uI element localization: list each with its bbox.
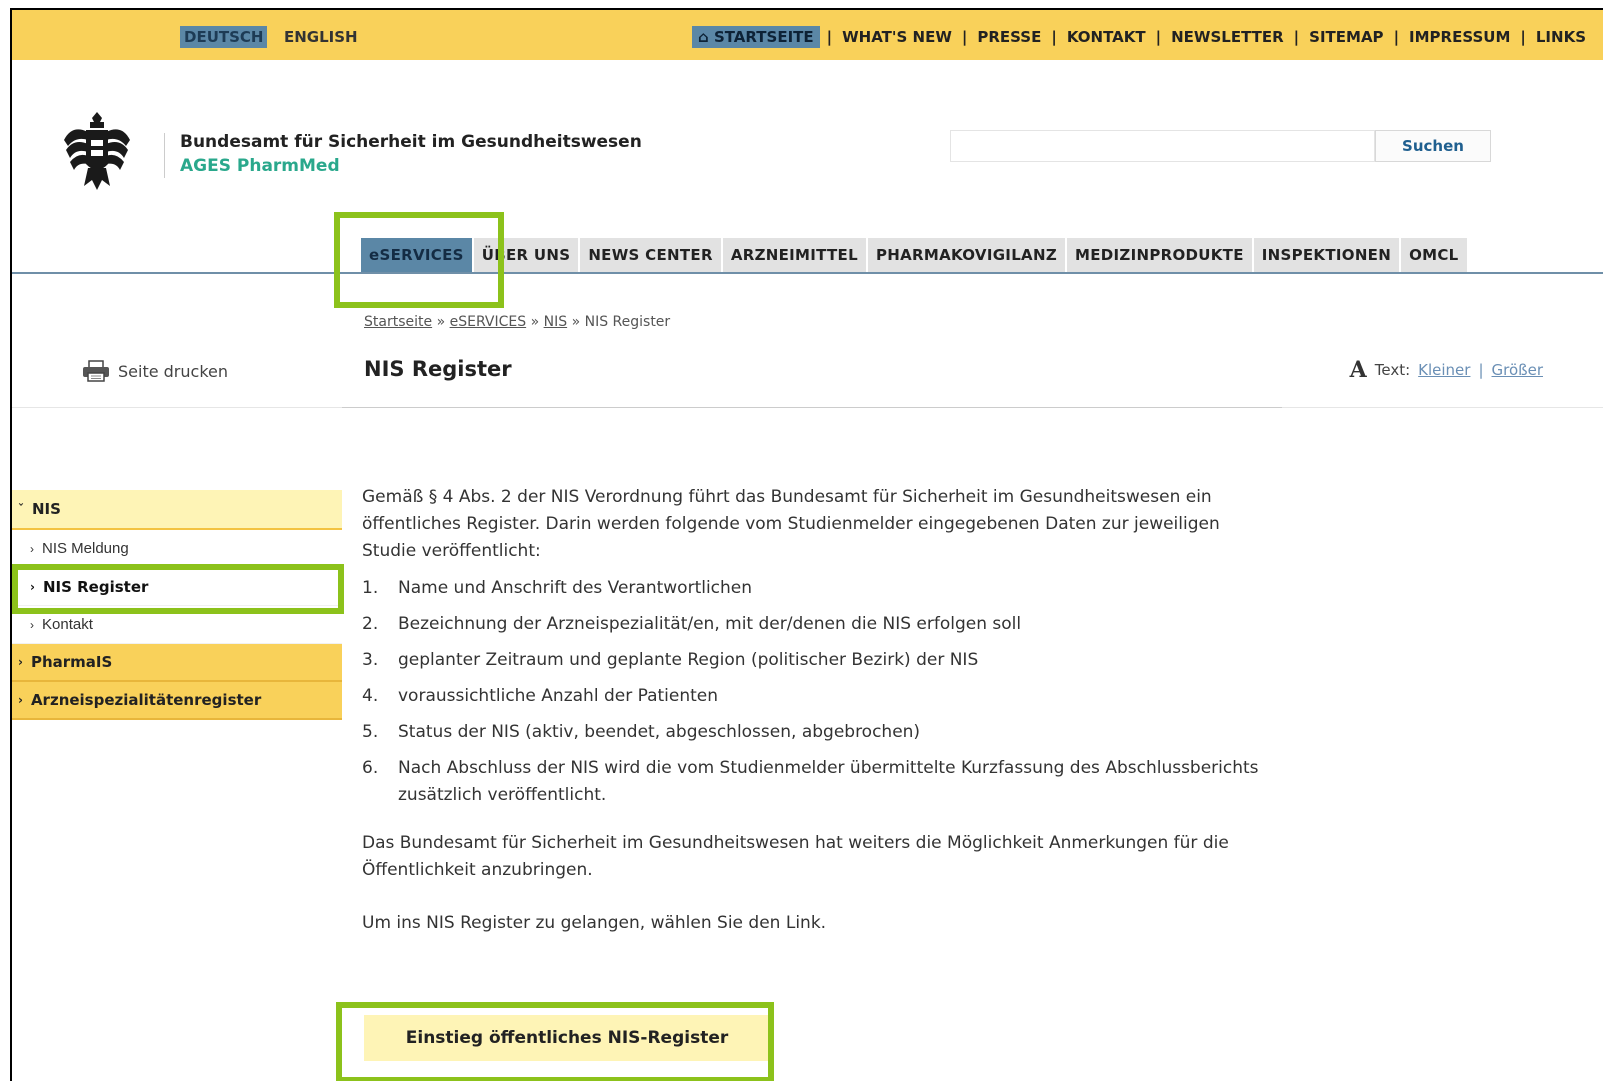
list-item: 3. geplanter Zeitraum und geplante Region… bbox=[362, 650, 979, 670]
topnav-kontakt[interactable]: KONTAKT bbox=[1064, 26, 1149, 48]
breadcrumb-nis[interactable]: NIS bbox=[544, 314, 568, 330]
published-data-list: 1. Name und Anschrift des Verantwortliche… bbox=[362, 575, 1262, 809]
highlight-box-nis-register bbox=[12, 564, 344, 614]
main-content: Gemäß § 4 Abs. 2 der NIS Verordnung führ… bbox=[362, 484, 1262, 937]
intro-paragraph: Gemäß § 4 Abs. 2 der NIS Verordnung führ… bbox=[362, 487, 1220, 561]
remarks-paragraph: Das Bundesamt für Sicherheit im Gesundhe… bbox=[362, 833, 1229, 880]
lang-english[interactable]: ENGLISH bbox=[280, 26, 362, 48]
topnav-startseite[interactable]: ⌂ STARTSEITE bbox=[691, 26, 820, 48]
tab-pharmakovigilanz[interactable]: PHARMAKOVIGILANZ bbox=[867, 238, 1065, 272]
main-navigation: eSERVICES ÜBER UNS NEWS CENTER ARZNEIMIT… bbox=[361, 238, 1469, 272]
tab-arzneimittel[interactable]: ARZNEIMITTEL bbox=[722, 238, 866, 272]
separator: | bbox=[1293, 28, 1300, 46]
sidebar-item-nis-meldung[interactable]: › NIS Meldung bbox=[12, 530, 342, 568]
topnav-presse[interactable]: PRESSE bbox=[974, 26, 1044, 48]
topnav-impressum[interactable]: IMPRESSUM bbox=[1406, 26, 1513, 48]
separator: | bbox=[1478, 361, 1484, 379]
tab-news-center[interactable]: NEWS CENTER bbox=[580, 238, 721, 272]
separator: | bbox=[1155, 28, 1162, 46]
font-size-icon: A bbox=[1349, 357, 1367, 383]
separator: | bbox=[1051, 28, 1057, 46]
sidebar-section-nis[interactable]: ˇ NIS bbox=[12, 490, 342, 530]
chevron-right-icon: › bbox=[30, 541, 34, 556]
breadcrumb-separator: » bbox=[571, 314, 581, 330]
separator: | bbox=[826, 28, 833, 46]
breadcrumb-eservices[interactable]: eSERVICES bbox=[450, 314, 527, 330]
tab-inspektionen[interactable]: INSPEKTIONEN bbox=[1253, 238, 1400, 272]
lang-deutsch[interactable]: DEUTSCH bbox=[180, 26, 268, 48]
list-item: 6. Nach Abschluss der NIS wird die vom St… bbox=[362, 758, 1259, 805]
text-bigger-link[interactable]: Größer bbox=[1492, 361, 1543, 379]
breadcrumb-startseite[interactable]: Startseite bbox=[364, 314, 432, 330]
chevron-right-icon: › bbox=[30, 617, 34, 632]
chevron-right-icon: › bbox=[18, 693, 23, 707]
search-button[interactable]: Suchen bbox=[1375, 130, 1491, 162]
separator: | bbox=[961, 28, 968, 46]
home-icon: ⌂ bbox=[697, 28, 709, 46]
sidebar-section-pharmais[interactable]: › PharmaIS bbox=[12, 644, 342, 682]
eagle-logo-icon[interactable] bbox=[62, 110, 132, 192]
top-bar: DEUTSCH ENGLISH ⌂ STARTSEITE | WHAT'S NE… bbox=[12, 10, 1603, 60]
org-subtitle: AGES PharmMed bbox=[180, 156, 340, 176]
page-title: NIS Register bbox=[364, 357, 512, 381]
text-smaller-link[interactable]: Kleiner bbox=[1418, 361, 1470, 379]
tab-medizinprodukte[interactable]: MEDIZINPRODUKTE bbox=[1067, 238, 1252, 272]
breadcrumb: Startseite » eSERVICES » NIS » NIS Regis… bbox=[364, 314, 670, 330]
org-name: Bundesamt für Sicherheit im Gesundheitsw… bbox=[180, 132, 642, 152]
topnav-links[interactable]: LINKS bbox=[1533, 26, 1589, 48]
list-item: 4. voraussichtliche Anzahl der Patienten bbox=[362, 686, 719, 706]
tab-omcl[interactable]: OMCL bbox=[1401, 238, 1467, 272]
topnav-sitemap[interactable]: SITEMAP bbox=[1306, 26, 1386, 48]
chevron-down-icon: ˇ bbox=[18, 502, 24, 516]
text-size-control: A Text: Kleiner | Größer bbox=[1350, 357, 1543, 383]
browser-page: DEUTSCH ENGLISH ⌂ STARTSEITE | WHAT'S NE… bbox=[10, 8, 1603, 1081]
header-divider bbox=[164, 133, 165, 178]
link-instruction: Um ins NIS Register zu gelangen, wählen … bbox=[362, 913, 827, 933]
list-item: 2. Bezeichnung der Arzneispezialität/en, … bbox=[362, 614, 1022, 634]
printer-icon bbox=[83, 360, 109, 382]
topnav-whats-new[interactable]: WHAT'S NEW bbox=[839, 26, 955, 48]
breadcrumb-current: NIS Register bbox=[584, 314, 671, 330]
main-nav-underline bbox=[12, 272, 1603, 274]
highlight-box-eservices bbox=[334, 212, 504, 308]
list-item: 1. Name und Anschrift des Verantwortliche… bbox=[362, 578, 753, 598]
sidebar-section-arzneispezialitaetenregister[interactable]: › Arzneispezialitätenregister bbox=[12, 682, 342, 720]
separator: | bbox=[1393, 28, 1400, 46]
topnav-newsletter[interactable]: NEWSLETTER bbox=[1168, 26, 1287, 48]
search-input[interactable] bbox=[950, 130, 1375, 162]
separator: | bbox=[1520, 28, 1526, 46]
breadcrumb-separator: » bbox=[530, 314, 540, 330]
highlight-box-entry-button bbox=[336, 1002, 774, 1081]
chevron-right-icon: › bbox=[18, 655, 23, 669]
title-underline bbox=[342, 407, 1282, 408]
print-label: Seite drucken bbox=[118, 361, 228, 381]
text-size-label: Text: bbox=[1374, 361, 1411, 379]
list-item: 5. Status der NIS (aktiv, beendet, abgesc… bbox=[362, 722, 921, 742]
top-navigation: ⌂ STARTSEITE | WHAT'S NEW | PRESSE | KON… bbox=[691, 26, 1589, 48]
print-page-link[interactable]: Seite drucken bbox=[82, 360, 228, 382]
breadcrumb-separator: » bbox=[436, 314, 446, 330]
